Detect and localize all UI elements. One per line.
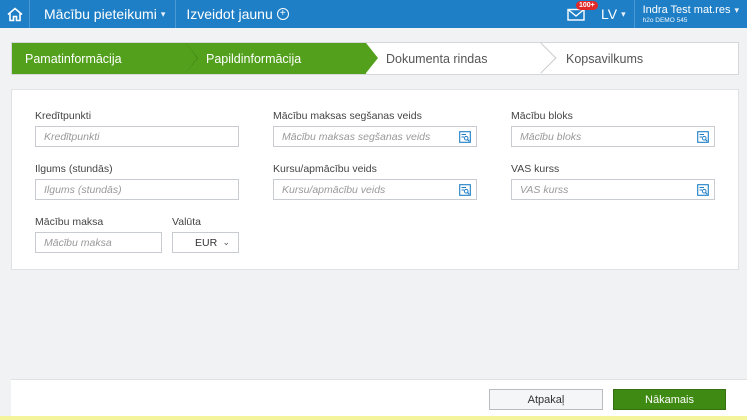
course-type-placeholder: Kursu/apmācību veids (282, 183, 386, 196)
payment-method-label: Mācību maksas segšanas veids (273, 110, 422, 122)
module-menu[interactable]: Mācību pieteikumi ▾ (30, 0, 177, 28)
lookup-icon[interactable] (459, 131, 471, 143)
vas-course-input[interactable]: VAS kurss (511, 179, 715, 200)
next-button[interactable]: Nākamais (613, 389, 726, 410)
currency-label: Valūta (172, 216, 201, 228)
wizard-step-label: Papildinformācija (206, 51, 302, 66)
notifications-badge: 100+ (576, 1, 598, 10)
course-type-field: Kursu/apmācību veids Kursu/apmācību veid… (273, 163, 477, 200)
wizard-step-label: Pamatinformācija (25, 51, 122, 66)
wizard-step-label: Kopsavilkums (566, 51, 644, 66)
top-navigation-bar: Mācību pieteikumi ▾ Izveidot jaunu + 100… (0, 0, 747, 28)
duration-field: Ilgums (stundās) Ilgums (stundās) (35, 163, 239, 200)
payment-method-field: Mācību maksas segšanas veids Mācību maks… (273, 110, 477, 147)
chevron-down-icon: ⌄ (222, 237, 230, 247)
duration-label: Ilgums (stundās) (35, 163, 113, 175)
home-icon (6, 6, 23, 21)
wizard-step-label: Dokumenta rindas (386, 51, 488, 66)
payment-method-placeholder: Mācību maksas segšanas veids (282, 130, 431, 143)
tuition-fee-input[interactable]: Mācību maksa (35, 232, 162, 253)
user-name-text: Indra Test mat.res (642, 4, 731, 16)
lookup-icon[interactable] (459, 184, 471, 196)
chevron-down-icon: ▾ (160, 8, 166, 19)
plus-circle-icon: + (276, 8, 289, 20)
user-name: Indra Test mat.res ▾ (643, 4, 739, 16)
study-block-field: Mācību bloks Mācību bloks (511, 110, 715, 147)
wizard-step-3[interactable]: Dokumenta rindas (366, 42, 557, 74)
user-menu[interactable]: Indra Test mat.res ▾ h2o DEMO 545 (635, 0, 747, 28)
vas-course-label: VAS kurss (511, 163, 560, 175)
user-organization: h2o DEMO 545 (642, 17, 688, 24)
duration-input[interactable]: Ilgums (stundās) (35, 179, 239, 200)
language-label: LV (601, 6, 618, 22)
chevron-down-icon: ▾ (621, 8, 626, 19)
chevron-down-icon: ▾ (734, 5, 739, 15)
study-block-input[interactable]: Mācību bloks (511, 126, 715, 147)
vas-course-placeholder: VAS kurss (520, 183, 569, 196)
module-menu-label: Mācību pieteikumi (44, 6, 157, 22)
credit-points-label: Kredītpunkti (35, 110, 92, 122)
tuition-fee-field: Mācību maksa Mācību maksa (35, 216, 162, 253)
back-button[interactable]: Atpakaļ (489, 389, 603, 410)
wizard-steps: Pamatinformācija Papildinformācija Dokum… (11, 42, 739, 75)
wizard-step-2[interactable]: Papildinformācija (186, 43, 378, 74)
credit-points-input[interactable]: Kredītpunkti (35, 126, 239, 147)
wizard-step-4[interactable]: Kopsavilkums (546, 43, 736, 74)
create-new-label: Izveidot jaunu (186, 6, 273, 22)
form-footer: Atpakaļ Nākamais (11, 379, 747, 420)
payment-method-input[interactable]: Mācību maksas segšanas veids (273, 126, 477, 147)
home-button[interactable] (0, 0, 30, 28)
study-block-label: Mācību bloks (511, 110, 573, 122)
notifications-button[interactable]: 100+ (561, 0, 598, 28)
course-type-input[interactable]: Kursu/apmācību veids (273, 179, 477, 200)
credit-points-field: Kredītpunkti Kredītpunkti (35, 110, 239, 147)
currency-select[interactable]: EUR ⌄ (172, 232, 239, 253)
currency-field: Valūta EUR ⌄ (172, 216, 239, 253)
bottom-strip (0, 416, 747, 420)
lookup-icon[interactable] (697, 184, 709, 196)
step-arrow (186, 43, 197, 73)
course-type-label: Kursu/apmācību veids (273, 163, 377, 175)
tuition-fee-label: Mācību maksa (35, 216, 104, 228)
create-new-menu[interactable]: Izveidot jaunu + (176, 0, 298, 28)
currency-value: EUR (195, 236, 218, 249)
step-arrow (366, 43, 378, 73)
lookup-icon[interactable] (697, 131, 709, 143)
vas-course-field: VAS kurss VAS kurss (511, 163, 715, 200)
study-block-placeholder: Mācību bloks (520, 130, 582, 143)
wizard-step-1[interactable]: Pamatinformācija (12, 43, 198, 74)
additional-info-form: Kredītpunkti Kredītpunkti Mācību maksas … (11, 89, 739, 270)
